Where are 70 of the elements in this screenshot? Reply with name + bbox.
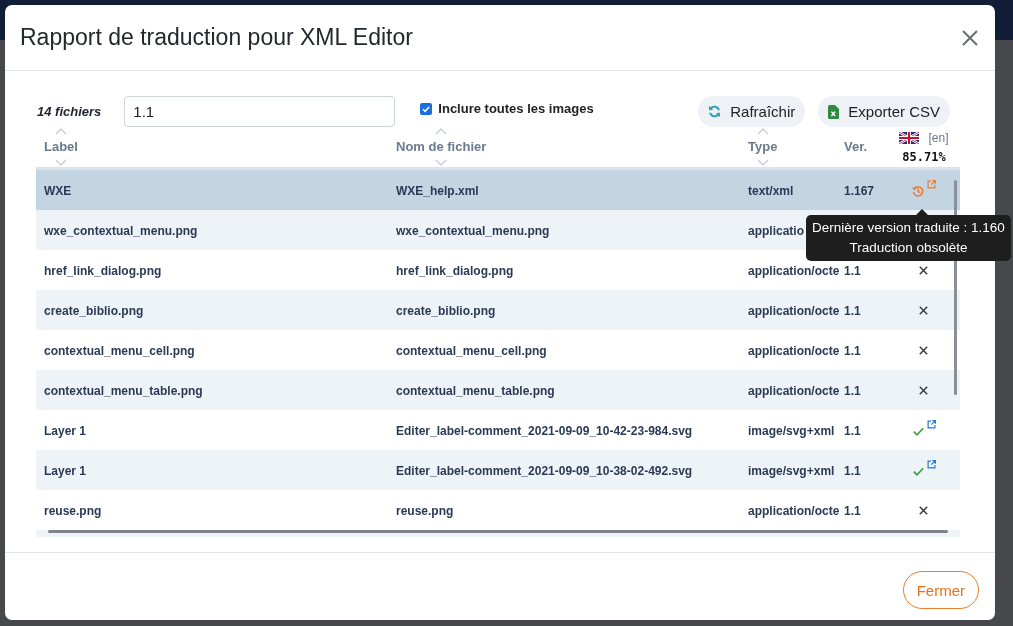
dialog-title: Rapport de traduction pour XML Editor (20, 24, 413, 51)
sort-down-icon[interactable] (435, 159, 448, 166)
file-count: 14 fichiers (37, 104, 102, 119)
mime-type: application/octe (748, 304, 840, 318)
sort-up-icon[interactable] (435, 128, 448, 135)
file-name: WXE_help.xml (396, 184, 479, 198)
version-number: 1.1 (844, 344, 861, 358)
external-link-icon[interactable] (926, 420, 936, 429)
version-number: 1.167 (844, 184, 875, 198)
file-name: Editer_label-comment_2021-09-09_10-38-02-492.svg (396, 464, 693, 478)
checkbox-label[interactable]: Inclure toutes les images (438, 101, 594, 116)
version-number: 1.1 (844, 304, 861, 318)
table-row[interactable]: create_biblio.png create_biblio.png application/octe 1.1 (36, 290, 960, 330)
checkbox[interactable] (420, 102, 433, 115)
mime-type: application/octe (748, 344, 840, 358)
table-row[interactable]: WXE WXE_help.xml text/xml 1.167 (36, 170, 960, 210)
percentage-text: 85.71% (902, 149, 946, 164)
close-icon (962, 29, 978, 46)
file-name: Editer_label-comment_2021-09-09_10-42-23-984.svg (396, 424, 693, 438)
external-link-icon[interactable] (927, 180, 936, 189)
refresh-icon (708, 105, 722, 118)
table-row[interactable]: contextual_menu_table.png contextual_menu_table.png application/octe 1.1 (36, 370, 960, 410)
table-row[interactable]: Layer 1 Editer_label-comment_2021-09-09_10-42-23-984.svg image/svg+xml 1.1 (36, 410, 960, 450)
label-text: WXE (44, 184, 72, 198)
table-row[interactable]: reuse.png reuse.png application/octe 1.1 (36, 490, 960, 530)
refresh-button[interactable]: Rafraîchir (698, 96, 806, 127)
label-text: Layer 1 (44, 464, 87, 478)
label-text: reuse.png (44, 504, 102, 518)
label-text: href_link_dialog.png (44, 264, 162, 278)
label-text: create_biblio.png (44, 304, 144, 318)
version-number: 1.1 (844, 384, 861, 398)
file-name: contextual_menu_table.png (396, 384, 555, 398)
language-code: [en] (928, 130, 949, 145)
mime-type: application/octe (748, 384, 840, 398)
sort-down-icon[interactable] (55, 159, 67, 166)
file-name: create_biblio.png (396, 304, 496, 318)
version-number: 1.1 (844, 504, 861, 518)
sort-up-icon[interactable] (756, 128, 769, 135)
table-row[interactable]: contextual_menu_cell.png contextual_menu_cell.png application/octe 1.1 (36, 330, 960, 370)
column-header[interactable]: Type (748, 140, 778, 154)
version-number: 1.1 (844, 264, 861, 278)
mime-type: application/octe (748, 264, 840, 278)
file-name: wxe_contextual_menu.png (396, 224, 550, 238)
horizontal-scrollbar[interactable] (48, 530, 948, 533)
column-header[interactable]: Nom de fichier (396, 140, 487, 154)
file-name: reuse.png (396, 504, 454, 518)
mime-type: image/svg+xml (748, 424, 835, 438)
table-row[interactable]: Layer 1 Editer_label-comment_2021-09-09_10-38-02-492.svg image/svg+xml 1.1 (36, 450, 960, 490)
version-number: 1.1 (844, 464, 861, 478)
mime-type: text/xml (748, 184, 794, 198)
spreadsheet-file-icon (828, 104, 840, 119)
label-text: contextual_menu_cell.png (44, 344, 195, 358)
mime-type: applicatio (748, 224, 804, 238)
close-button[interactable] (962, 29, 978, 46)
label-text: wxe_contextual_menu.png (44, 224, 198, 238)
mime-type: application/octe (748, 504, 840, 518)
sort-up-icon[interactable] (55, 128, 67, 135)
label-text: contextual_menu_table.png (44, 384, 203, 398)
sort-down-icon[interactable] (756, 159, 769, 166)
mime-type: image/svg+xml (748, 464, 835, 478)
version-number: 1.1 (844, 424, 861, 438)
label-text: Layer 1 (44, 424, 87, 438)
column-header: Ver. (844, 140, 868, 154)
file-name: href_link_dialog.png (396, 264, 514, 278)
flag-icon (899, 131, 920, 144)
filter-field[interactable]: 1.1 (124, 96, 396, 127)
external-link-icon[interactable] (926, 460, 936, 469)
column-header[interactable]: Label (44, 140, 78, 154)
file-name: contextual_menu_cell.png (396, 344, 547, 358)
export-button[interactable]: Exporter CSV (818, 96, 950, 127)
